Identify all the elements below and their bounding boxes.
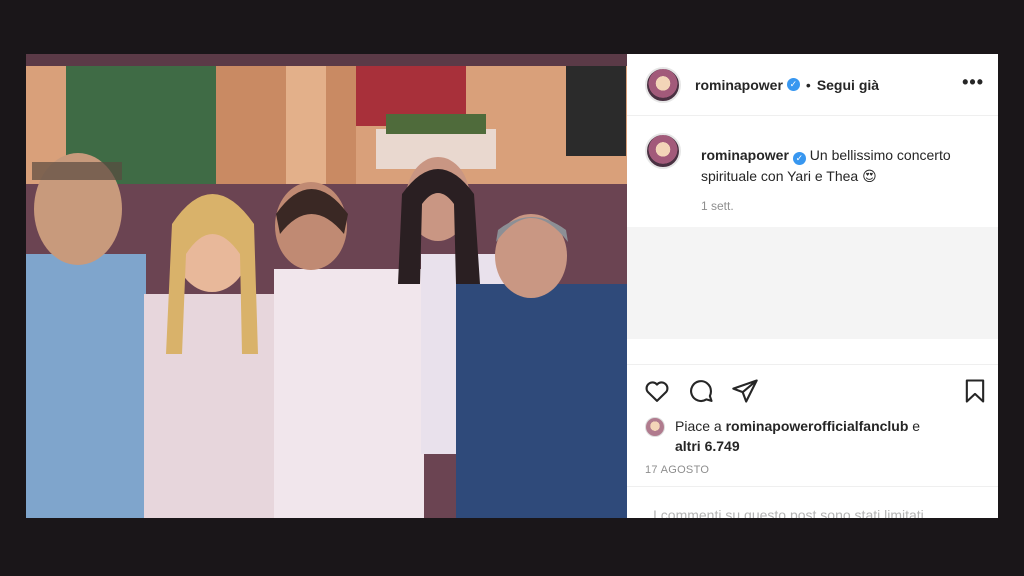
likes-prefix: Piace a	[675, 418, 722, 434]
separator-dot: •	[805, 76, 811, 93]
comments-limited-text: I commenti su questo post sono stati lim…	[653, 507, 928, 518]
comments-notice: I commenti su questo post sono stati lim…	[627, 486, 998, 518]
avatar[interactable]	[645, 133, 681, 169]
likes-text: Piace a rominapowerofficialfanclub e alt…	[675, 416, 920, 456]
liker-username-link[interactable]: rominapowerofficialfanclub	[726, 418, 909, 434]
follow-status-button[interactable]: Segui già	[817, 77, 879, 93]
avatar[interactable]	[645, 66, 681, 103]
post-photo[interactable]	[26, 54, 627, 518]
username-link[interactable]: rominapower	[695, 77, 783, 93]
likes-connector: e	[912, 418, 921, 434]
post-side-panel: rominapower ✓ • Segui già ••• rominapowe…	[627, 54, 998, 518]
time-ago[interactable]: 1 sett.	[701, 199, 734, 213]
share-icon[interactable]	[731, 377, 759, 405]
caption-text: rominapower ✓ Un bellissimo concerto spir…	[701, 145, 987, 187]
caption-emoji: 😍	[862, 168, 877, 184]
likes-others-link[interactable]: altri 6.749	[675, 438, 740, 454]
caption-username-link[interactable]: rominapower	[701, 147, 789, 163]
comments-area-placeholder	[627, 227, 998, 339]
instagram-post-frame: rominapower ✓ • Segui già ••• rominapowe…	[26, 54, 998, 518]
post-header: rominapower ✓ • Segui già •••	[627, 54, 998, 116]
more-options-icon[interactable]: •••	[962, 72, 984, 93]
action-bar	[627, 364, 998, 404]
post-caption: rominapower ✓ Un bellissimo concerto spir…	[627, 117, 998, 227]
likes-summary: Piace a rominapowerofficialfanclub e alt…	[645, 416, 995, 456]
verified-badge-icon: ✓	[792, 152, 806, 165]
liker-avatar[interactable]	[645, 417, 665, 437]
comment-icon[interactable]	[687, 377, 715, 405]
verified-badge-icon: ✓	[786, 78, 800, 91]
heart-icon[interactable]	[643, 377, 671, 405]
bookmark-icon[interactable]	[961, 377, 989, 405]
post-date[interactable]: 17 AGOSTO	[645, 464, 709, 476]
header-user: rominapower ✓ • Segui già	[695, 77, 879, 93]
